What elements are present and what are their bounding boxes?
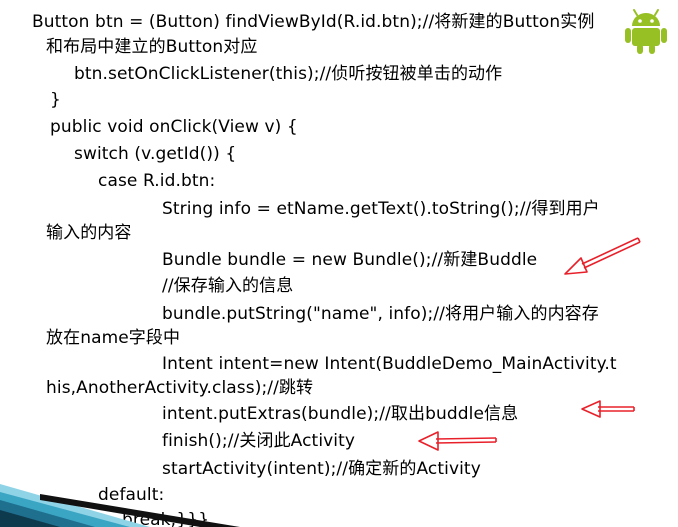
red-arrow-icon: [564, 237, 641, 275]
code-line-3: btn.setOnClickListener(this);//侦听按钮被单击的动…: [74, 64, 503, 84]
code-line-14: Intent intent=new Intent(BuddleDemo_Main…: [162, 354, 617, 374]
code-line-16: intent.putExtras(bundle);//取出buddle信息: [162, 404, 519, 424]
code-line-1: Button btn = (Button) findViewById(R.id.…: [32, 12, 595, 32]
slide-corner-decoration: [0, 484, 240, 527]
red-arrow-icon: [418, 431, 497, 451]
code-line-17: finish();//关闭此Activity: [162, 431, 356, 451]
code-line-10: Bundle bundle = new Bundle();//新建Buddle: [162, 250, 538, 270]
code-line-15: his,AnotherActivity.class);//跳转: [46, 378, 314, 398]
code-line-5: public void onClick(View v) {: [50, 117, 298, 137]
code-line-9: 输入的内容: [46, 223, 132, 243]
slide: Button btn = (Button) findViewById(R.id.…: [0, 0, 678, 527]
code-line-4: }: [50, 90, 61, 110]
code-line-8: String info = etName.getText().toString(…: [162, 199, 600, 219]
code-line-7: case R.id.btn:: [98, 171, 216, 191]
code-line-2: 和布局中建立的Button对应: [46, 37, 258, 57]
red-arrow-icon: [581, 400, 635, 418]
code-line-12: bundle.putString("name", info);//将用户输入的内…: [162, 304, 599, 324]
code-line-13: 放在name字段中: [46, 328, 181, 348]
code-line-6: switch (v.getId()) {: [74, 144, 237, 164]
code-line-11: //保存输入的信息: [162, 276, 294, 296]
android-robot-icon: [625, 9, 667, 54]
